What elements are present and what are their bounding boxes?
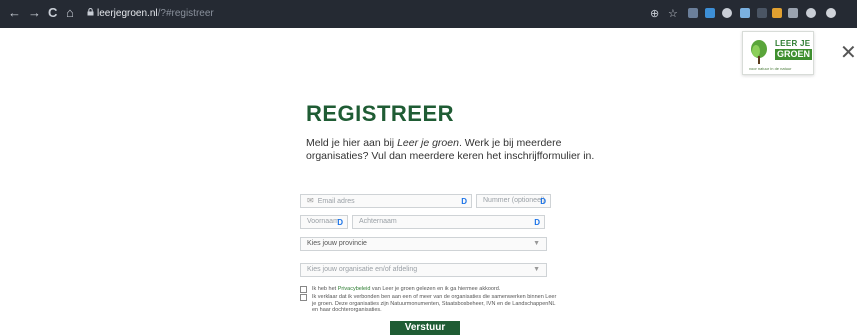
firstname-placeholder: Voornaam [307, 218, 339, 225]
envelope-icon: ✉ [307, 196, 314, 205]
phone-field[interactable]: Nummer (optioneel) D [476, 194, 551, 208]
leaf-icon [751, 40, 767, 64]
reload-icon[interactable]: C [48, 6, 57, 20]
back-icon[interactable]: ← [8, 6, 21, 20]
affiliation-checkbox[interactable] [300, 294, 307, 301]
extension-icon[interactable] [757, 8, 767, 18]
page-title: REGISTREER [306, 101, 455, 126]
password-manager-icon[interactable]: D [461, 196, 467, 208]
lastname-placeholder: Achternaam [359, 218, 397, 225]
close-icon[interactable]: ✕ [840, 42, 857, 62]
lastname-field[interactable]: Achternaam D [352, 215, 545, 229]
extension-icon[interactable] [705, 8, 715, 18]
lock-icon [87, 8, 94, 18]
organisation-select[interactable]: Kies jouw organisatie en/of afdeling ▼ [300, 263, 547, 277]
home-icon[interactable]: ⌂ [66, 6, 74, 20]
affiliation-label: Ik verklaar dat ik verbonden ben aan een… [312, 294, 557, 313]
address-bar[interactable]: leerjegroen.nl/?#registreer [97, 8, 214, 20]
intro-part1: Meld je hier aan bij [306, 137, 398, 149]
email-field[interactable]: ✉ Email adres D [300, 194, 472, 208]
password-manager-icon[interactable]: D [534, 217, 540, 229]
extension-icon[interactable] [722, 8, 732, 18]
url-path: /?#registreer [157, 8, 214, 19]
submit-button[interactable]: Verstuur [390, 321, 460, 335]
province-select-value: Kies jouw provincie [307, 240, 367, 247]
logo-text-line2: GROEN [775, 49, 813, 60]
firstname-field[interactable]: Voornaam D [300, 215, 348, 229]
browser-toolbar: ← → C ⌂ leerjegroen.nl/?#registreer ⊕ ☆ [0, 0, 857, 28]
password-manager-icon[interactable]: D [540, 196, 546, 208]
email-placeholder: Email adres [317, 198, 355, 205]
password-manager-icon[interactable]: D [337, 217, 343, 229]
privacy-label: Ik heb het Privacybeleid van Leer je gro… [312, 286, 557, 293]
privacy-text-pre: Ik heb het [312, 286, 338, 292]
star-icon[interactable]: ☆ [668, 7, 678, 20]
privacy-text-post: van Leer je groen gelezen en ik ga hierm… [370, 286, 501, 292]
extension-icon[interactable] [740, 8, 750, 18]
extension-icon[interactable] [772, 8, 782, 18]
organisation-select-value: Kies jouw organisatie en/of afdeling [307, 266, 418, 273]
extension-icon[interactable] [688, 8, 698, 18]
intro-text: Meld je hier aan bij Leer je groen. Werk… [306, 137, 606, 163]
phone-placeholder: Nummer (optioneel) [483, 197, 545, 204]
puzzle-icon[interactable] [806, 8, 816, 18]
chevron-down-icon: ▼ [533, 240, 540, 247]
chevron-down-icon: ▼ [533, 266, 540, 273]
profile-avatar-icon[interactable] [826, 8, 836, 18]
extension-icon[interactable] [788, 8, 798, 18]
province-select[interactable]: Kies jouw provincie ▼ [300, 237, 547, 251]
intro-brand: Leer je groen [397, 137, 459, 149]
privacy-checkbox[interactable] [300, 286, 307, 293]
privacy-policy-link[interactable]: Privacybeleid [338, 286, 371, 292]
forward-icon[interactable]: → [28, 6, 41, 20]
logo-tagline: voor natuur in de natuur [749, 66, 792, 71]
leer-je-groen-logo: LEER JE GROEN voor natuur in de natuur [742, 31, 814, 75]
zoom-icon[interactable]: ⊕ [650, 7, 659, 20]
logo-text-line1: LEER JE [775, 39, 811, 48]
url-domain: leerjegroen.nl [97, 8, 158, 19]
